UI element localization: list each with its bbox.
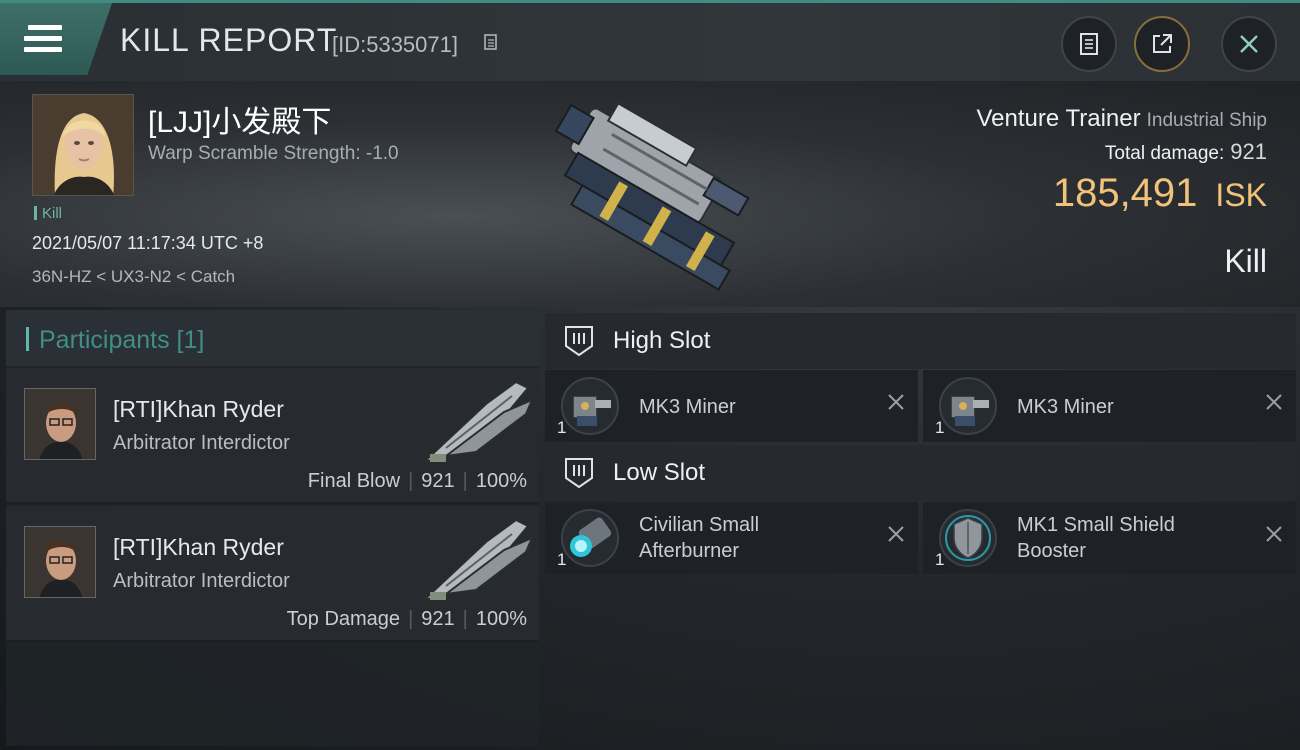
module-name: Civilian Small Afterburner xyxy=(639,512,759,564)
total-damage: Total damage: 921 xyxy=(1105,139,1267,165)
close-icon xyxy=(1240,35,1258,53)
module-item[interactable]: 1 MK3 Miner xyxy=(923,370,1296,442)
stats-separator: | xyxy=(408,470,414,492)
participant-percent: 100% xyxy=(475,608,527,630)
close-button[interactable] xyxy=(1221,16,1277,72)
stats-separator: | xyxy=(462,470,468,492)
module-name-line2: Booster xyxy=(1017,540,1086,562)
module-item[interactable]: 1 Civilian Small Afterburner xyxy=(545,502,918,574)
share-button[interactable] xyxy=(1134,16,1190,72)
high-slot-title: High Slot xyxy=(613,327,711,354)
low-slot-icon xyxy=(565,458,593,489)
participants-header: Participants [1] xyxy=(6,310,539,366)
participant-row[interactable]: [RTI]Khan Ryder Arbitrator Interdictor T… xyxy=(6,506,539,642)
participant-role: Top Damage xyxy=(286,608,401,630)
low-slot-title: Low Slot xyxy=(613,459,706,486)
module-quantity: 1 xyxy=(557,550,567,569)
remove-icon[interactable] xyxy=(886,392,906,412)
participant-stats: Final Blow | 921 | 100% xyxy=(308,470,527,493)
remove-icon[interactable] xyxy=(1264,524,1284,544)
module-name-line1: Civilian Small xyxy=(639,514,760,536)
low-slot-header: Low Slot xyxy=(545,445,1296,501)
share-icon xyxy=(1153,34,1172,53)
high-slot-icon xyxy=(565,326,593,357)
kill-location: 36N-HZ < UX3-N2 < Catch xyxy=(32,267,236,286)
victim-ship[interactable]: Venture Trainer Industrial Ship xyxy=(976,105,1267,133)
isk-unit: ISK xyxy=(1215,177,1267,213)
total-damage-label: Total damage: xyxy=(1104,143,1225,164)
remove-icon[interactable] xyxy=(886,524,906,544)
module-name-line2: Afterburner xyxy=(639,540,740,562)
warp-scramble-strength: Warp Scramble Strength: -1.0 xyxy=(148,143,399,164)
module-name: MK3 Miner xyxy=(1017,396,1114,418)
participant-ship-image xyxy=(420,518,534,602)
miner-icon xyxy=(939,377,997,435)
participant-damage: 921 xyxy=(421,470,455,492)
ship-class: Industrial Ship xyxy=(1146,110,1267,131)
stats-separator: | xyxy=(408,608,414,630)
participants-title: Participants [1] xyxy=(26,326,204,355)
module-item[interactable]: 1 MK3 Miner xyxy=(545,370,918,442)
module-name: MK3 Miner xyxy=(639,396,736,418)
module-quantity: 1 xyxy=(935,418,945,437)
module-quantity: 1 xyxy=(935,550,945,569)
isk-value-line: 185,491 ISK xyxy=(1053,171,1267,216)
participant-ship: Arbitrator Interdictor xyxy=(113,570,290,592)
victim-portrait[interactable] xyxy=(32,94,134,196)
participant-percent: 100% xyxy=(475,470,527,492)
report-id: [ID:5335071] xyxy=(332,32,458,57)
participant-name: [RTI]Khan Ryder xyxy=(113,534,284,560)
stats-separator: | xyxy=(462,608,468,630)
victim-panel: [LJJ]小发殿下 Warp Scramble Strength: -1.0 K… xyxy=(0,81,1300,307)
participant-role: Final Blow xyxy=(307,470,401,492)
page-title: KILL REPORT xyxy=(120,22,338,58)
copy-icon[interactable] xyxy=(484,34,500,54)
remove-icon[interactable] xyxy=(1264,392,1284,412)
participant-avatar[interactable] xyxy=(24,526,96,598)
afterburner-icon xyxy=(561,509,619,567)
victim-name[interactable]: [LJJ]小发殿下 xyxy=(148,97,331,141)
participant-damage: 921 xyxy=(421,608,455,630)
participant-ship: Arbitrator Interdictor xyxy=(113,432,290,454)
module-item[interactable]: 1 MK1 Small Shield Booster xyxy=(923,502,1296,574)
participant-stats: Top Damage | 921 | 100% xyxy=(287,608,527,631)
ship-name: Venture Trainer xyxy=(976,105,1141,132)
total-damage-value: 921 xyxy=(1230,139,1267,164)
participants-panel: Participants [1] [RTI]Khan Ryder Arbitra… xyxy=(6,310,539,746)
kill-tag: Kill xyxy=(34,205,62,222)
miner-icon xyxy=(561,377,619,435)
clipboard-icon xyxy=(1080,33,1098,55)
menu-icon[interactable] xyxy=(24,25,62,55)
result-label: Kill xyxy=(1224,243,1267,279)
participant-ship-image xyxy=(420,380,534,464)
shield-booster-icon xyxy=(939,509,997,567)
participant-row[interactable]: [RTI]Khan Ryder Arbitrator Interdictor F… xyxy=(6,368,539,504)
isk-value: 185,491 xyxy=(1052,171,1198,215)
module-name-line1: MK1 Small Shield xyxy=(1017,514,1175,536)
kill-timestamp: 2021/05/07 11:17:34 UTC +8 xyxy=(32,233,264,253)
participant-avatar[interactable] xyxy=(24,388,96,460)
module-quantity: 1 xyxy=(557,418,567,437)
high-slot-header: High Slot xyxy=(545,313,1296,369)
clipboard-button[interactable] xyxy=(1061,16,1117,72)
victim-ship-image xyxy=(554,102,750,291)
module-name: MK1 Small Shield Booster xyxy=(1017,512,1175,564)
participant-name: [RTI]Khan Ryder xyxy=(113,396,284,422)
